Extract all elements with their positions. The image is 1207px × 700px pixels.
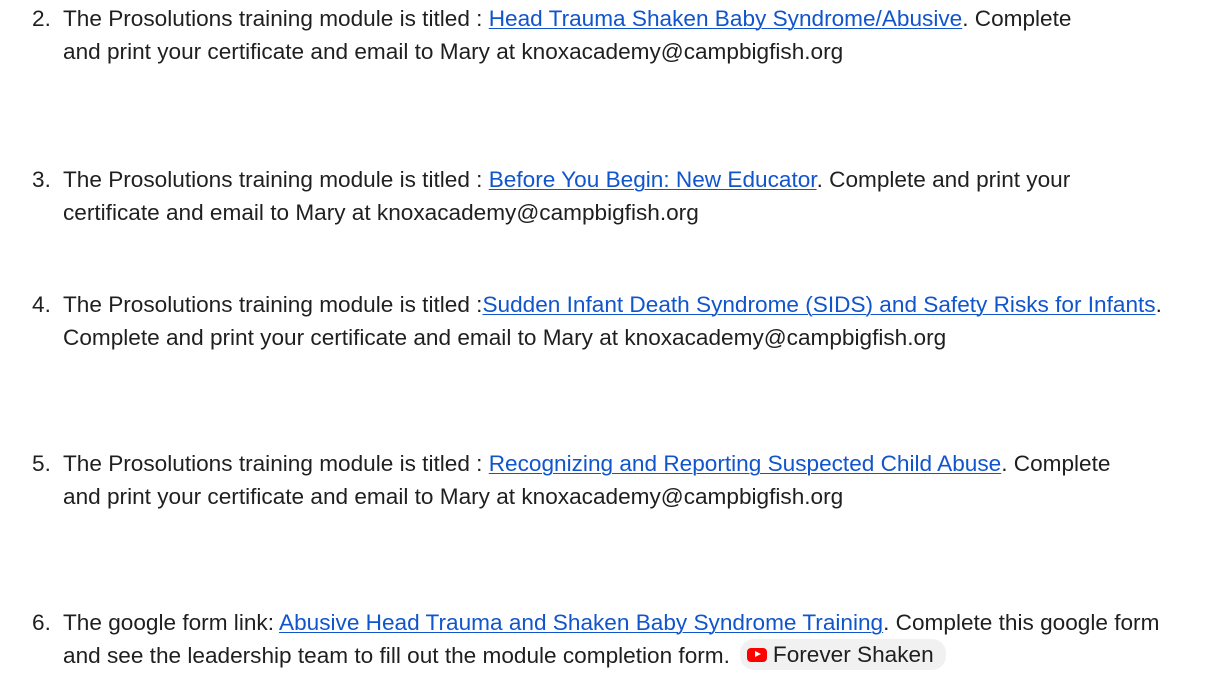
item-text: The Prosolutions training module is titl… xyxy=(63,2,1113,68)
item-prefix: The google form link: xyxy=(63,610,280,635)
item-prefix: The Prosolutions training module is titl… xyxy=(63,167,489,192)
item-number: 3. xyxy=(32,167,51,192)
module-link-head-trauma[interactable]: Head Trauma Shaken Baby Syndrome/Abusive xyxy=(489,6,962,31)
item-text: The Prosolutions training module is titl… xyxy=(63,447,1153,513)
document-page: 2. The Prosolutions training module is t… xyxy=(0,0,1207,700)
youtube-video-chip[interactable]: Forever Shaken xyxy=(739,639,946,670)
item-prefix: The Prosolutions training module is titl… xyxy=(63,451,489,476)
module-link-sids[interactable]: Sudden Infant Death Syndrome (SIDS) and … xyxy=(482,292,1155,317)
item-prefix: The Prosolutions training module is titl… xyxy=(63,292,483,317)
item-number: 2. xyxy=(32,6,51,31)
module-link-before-you-begin[interactable]: Before You Begin: New Educator xyxy=(489,167,817,192)
item-prefix: The Prosolutions training module is titl… xyxy=(63,6,489,31)
item-text: The Prosolutions training module is titl… xyxy=(63,288,1163,354)
item-text: The Prosolutions training module is titl… xyxy=(63,163,1168,229)
item-number: 6. xyxy=(32,610,51,635)
item-number: 4. xyxy=(32,292,51,317)
chip-label: Forever Shaken xyxy=(772,642,934,667)
youtube-icon xyxy=(746,647,767,662)
google-form-link[interactable]: Abusive Head Trauma and Shaken Baby Synd… xyxy=(279,610,883,635)
module-link-child-abuse[interactable]: Recognizing and Reporting Suspected Chil… xyxy=(489,451,1001,476)
item-text: The google form link: Abusive Head Traum… xyxy=(63,606,1168,672)
item-number: 5. xyxy=(32,451,51,476)
